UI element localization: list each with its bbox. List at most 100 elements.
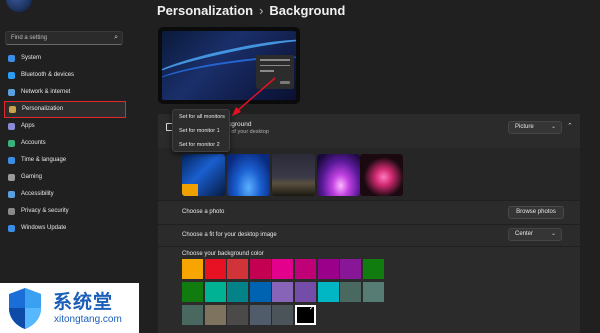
sidebar-item-label: System: [21, 55, 42, 61]
sidebar-item-bluetooth-devices[interactable]: Bluetooth & devices: [4, 67, 126, 84]
sidebar-item-network-internet[interactable]: Network & internet: [4, 84, 126, 101]
search-icon: ⌕: [114, 34, 118, 41]
color-swatch[interactable]: [182, 259, 203, 279]
menu-item-all-monitors[interactable]: Set for all monitors: [173, 111, 231, 124]
nav-icon: [9, 105, 16, 113]
sidebar-item-system[interactable]: System: [4, 50, 126, 67]
choose-photo-label: Choose a photo: [182, 209, 225, 215]
recent-image-blue-wave[interactable]: [182, 154, 225, 196]
check-icon: ✓: [308, 306, 314, 312]
sidebar-item-label: Gaming: [21, 174, 43, 180]
color-swatch[interactable]: [249, 259, 271, 279]
nav-icon: [8, 72, 15, 79]
browse-photos-button[interactable]: Browse photos: [508, 206, 564, 219]
monitor-preview: [158, 27, 300, 104]
sidebar-item-label: Network & internet: [21, 89, 71, 95]
shield-logo-icon: [9, 288, 41, 329]
sidebar-nav: System Bluetooth & devices Network & inter…: [4, 50, 126, 237]
choose-photo-row: Choose a photo Browse photos: [158, 201, 580, 224]
recent-image-windows-bloom[interactable]: [227, 154, 270, 196]
sidebar-item-personalization[interactable]: Personalization: [4, 101, 126, 118]
nav-icon: [8, 140, 15, 147]
color-swatch[interactable]: [249, 282, 271, 302]
nav-icon: [8, 208, 15, 215]
sidebar-item-privacy-security[interactable]: Privacy & security: [4, 203, 126, 220]
color-swatch[interactable]: [182, 305, 203, 325]
watermark-chinese-text: 系统堂: [53, 291, 114, 313]
recent-image-purple-glow[interactable]: [317, 154, 360, 196]
color-swatch[interactable]: [317, 282, 339, 302]
fit-row: Choose a fit for your desktop image Cent…: [158, 225, 580, 246]
sidebar-item-label: Accounts: [21, 140, 46, 146]
color-swatch[interactable]: [227, 259, 249, 279]
avatar[interactable]: [6, 0, 32, 12]
sidebar-item-time-language[interactable]: Time & language: [4, 152, 126, 169]
breadcrumb-parent[interactable]: Personalization: [157, 3, 253, 18]
color-swatch[interactable]: [204, 259, 226, 279]
color-swatch[interactable]: [272, 282, 294, 302]
color-swatch[interactable]: [317, 259, 339, 279]
sidebar-item-label: Privacy & security: [21, 208, 69, 214]
fit-label: Choose a fit for your desktop image: [182, 232, 277, 238]
background-type-dropdown[interactable]: Picture ⌄: [508, 121, 562, 134]
context-menu: Set for all monitors Set for monitor 1 S…: [172, 109, 230, 152]
breadcrumb-separator: ›: [259, 3, 264, 18]
color-swatch[interactable]: [204, 305, 226, 325]
preview-window: [256, 55, 294, 89]
sidebar-item-label: Time & language: [21, 157, 67, 163]
sidebar-item-label: Personalization: [22, 106, 64, 112]
sidebar-item-accessibility[interactable]: Accessibility: [4, 186, 126, 203]
chevron-up-icon[interactable]: ⌃: [567, 122, 573, 130]
menu-item-monitor-1[interactable]: Set for monitor 1: [173, 125, 231, 138]
watermark-site-text: xitongtang.com: [54, 314, 122, 325]
color-swatch[interactable]: [272, 305, 294, 325]
chevron-down-icon: ⌄: [550, 231, 556, 237]
sidebar-item-label: Windows Update: [21, 225, 67, 231]
nav-icon: [8, 89, 15, 96]
recent-images: [158, 148, 580, 200]
settings-window: Find a setting ⌕ System Bluetooth & devic…: [0, 0, 600, 333]
wallpaper-preview: [162, 31, 296, 100]
breadcrumb-current: Background: [269, 3, 346, 18]
sidebar-item-windows-update[interactable]: Windows Update: [4, 220, 126, 237]
page-title: Personalization › Background: [157, 3, 345, 18]
background-color-section: Choose your background color ✓: [158, 247, 580, 333]
color-swatch[interactable]: [295, 282, 316, 302]
color-label: Choose your background color: [182, 251, 264, 257]
fit-dropdown[interactable]: Center ⌄: [508, 228, 562, 241]
sidebar-item-apps[interactable]: Apps: [4, 118, 126, 135]
recent-image-flower[interactable]: [360, 154, 403, 196]
color-swatch[interactable]: [362, 282, 384, 302]
color-swatch[interactable]: [227, 282, 249, 302]
sidebar-item-label: Apps: [21, 123, 35, 129]
color-swatch[interactable]: [272, 259, 294, 279]
nav-icon: [8, 174, 15, 181]
menu-item-monitor-2[interactable]: Set for monitor 2: [173, 139, 231, 152]
nav-icon: [8, 191, 15, 198]
nav-icon: [8, 55, 15, 62]
color-swatch[interactable]: [249, 305, 271, 325]
sidebar-item-accounts[interactable]: Accounts: [4, 135, 126, 152]
color-swatch[interactable]: [204, 282, 226, 302]
nav-icon: [8, 123, 15, 130]
dropdown-value: Picture: [515, 124, 534, 130]
color-swatch[interactable]: [182, 282, 203, 302]
color-swatch[interactable]: [227, 305, 249, 325]
color-swatch[interactable]: [340, 259, 362, 279]
sidebar-item-gaming[interactable]: Gaming: [4, 169, 126, 186]
row-title: kground: [228, 121, 252, 128]
search-placeholder: Find a setting: [11, 35, 48, 41]
watermark: 系统堂 xitongtang.com: [0, 283, 139, 333]
color-swatch[interactable]: ✓: [295, 305, 316, 325]
nav-icon: [8, 225, 15, 232]
color-swatch[interactable]: [295, 259, 316, 279]
search-input[interactable]: Find a setting ⌕: [5, 31, 123, 45]
color-swatch[interactable]: [340, 282, 362, 302]
color-swatch[interactable]: [362, 259, 384, 279]
fit-value: Center: [515, 231, 534, 237]
recent-image-desert-night[interactable]: [272, 154, 315, 196]
nav-icon: [8, 157, 15, 164]
sidebar-item-label: Accessibility: [21, 191, 54, 197]
chevron-down-icon: ⌄: [550, 124, 556, 130]
sidebar-item-label: Bluetooth & devices: [21, 72, 75, 78]
